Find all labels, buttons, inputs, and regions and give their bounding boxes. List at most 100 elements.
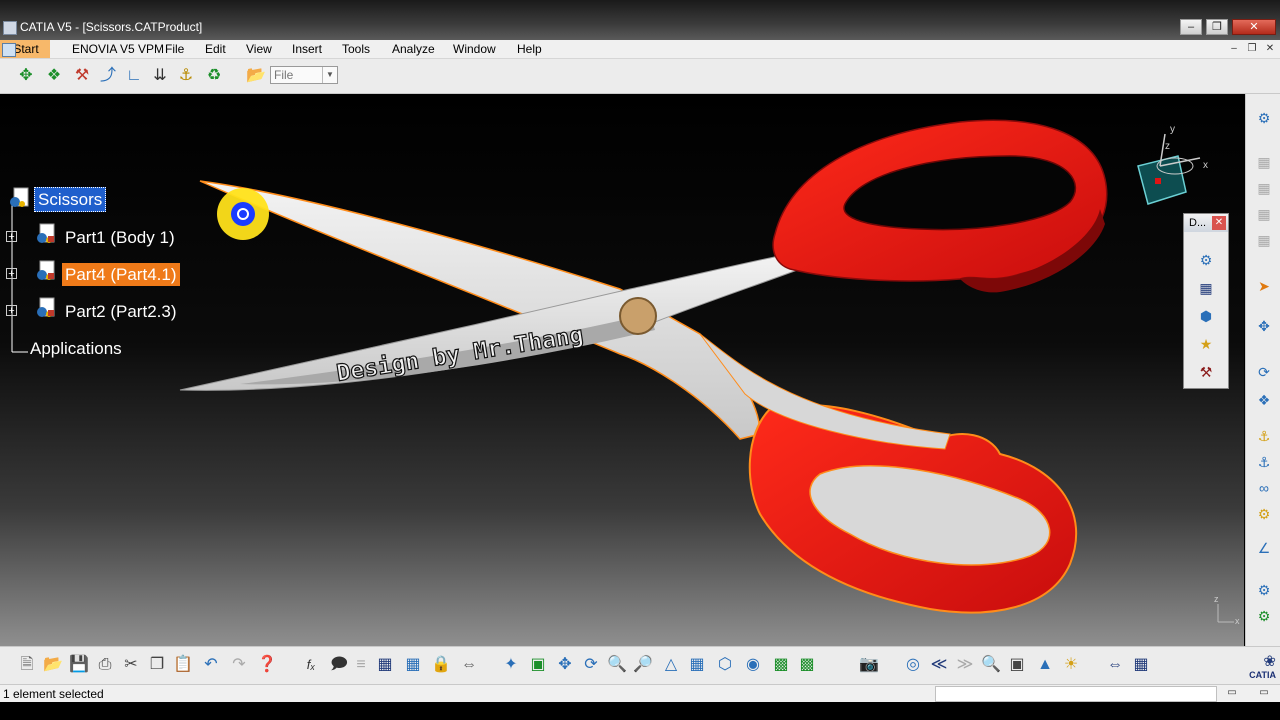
search-icon[interactable]: 🔍	[980, 654, 1002, 676]
doc-restore-button[interactable]: ❐	[1244, 42, 1260, 56]
ruler-icon[interactable]: ⇔	[1104, 654, 1126, 676]
light-icon[interactable]: ☀	[1060, 654, 1082, 676]
catalog-browser-icon[interactable]: ▦	[402, 654, 424, 676]
fly-mode-icon[interactable]: ✦	[500, 654, 522, 676]
fix-component-icon[interactable]: ⚓	[175, 65, 197, 87]
doc-close-button[interactable]: ✕	[1262, 42, 1278, 56]
menu-edit[interactable]: Edit	[205, 42, 226, 56]
tree-item-part2[interactable]: Part2 (Part2.3)	[62, 302, 180, 322]
3d-viewport[interactable]: Design by Mr.Thang y x z z x Scissors + …	[0, 94, 1244, 646]
rotate-icon[interactable]: ⟳	[1254, 362, 1274, 382]
rotate-view-icon[interactable]: ⟳	[580, 654, 602, 676]
disabled-tool-icon[interactable]: ▦	[1254, 230, 1274, 250]
status-toggle-icon[interactable]: ▭	[1224, 686, 1240, 700]
pivot-screw[interactable]	[619, 297, 657, 335]
exit-icon[interactable]: ▦	[1130, 654, 1152, 676]
catalog-icon[interactable]: ⚙	[1196, 250, 1216, 270]
new-part-icon[interactable]: ⬢	[1196, 306, 1216, 326]
close-icon[interactable]: ✕	[1212, 216, 1226, 230]
menu-view[interactable]: View	[246, 42, 272, 56]
open-folder-icon[interactable]: 📂	[245, 65, 267, 87]
offset-constraint-icon[interactable]: ⇊	[149, 65, 171, 87]
expand-icon[interactable]: +	[6, 268, 17, 280]
iso-view-icon[interactable]: ⬡	[714, 654, 736, 676]
manipulation-icon[interactable]: ✥	[1254, 316, 1274, 336]
tree-item-part4[interactable]: Part4 (Part4.1)	[62, 263, 180, 286]
render-icon[interactable]: ▲	[1034, 654, 1056, 676]
normal-view-icon[interactable]: △	[660, 654, 682, 676]
chevron-down-icon[interactable]: ▼	[322, 67, 337, 83]
shading-icon[interactable]: ◉	[742, 654, 764, 676]
zoom-out-icon[interactable]: 🔎	[632, 654, 654, 676]
menu-insert[interactable]: Insert	[292, 42, 322, 56]
snap-tool-icon[interactable]: ❖	[1254, 390, 1274, 410]
status-toggle-icon[interactable]: ▭	[1256, 686, 1272, 700]
file-combo[interactable]: File ▼	[270, 66, 338, 84]
zoom-area-icon[interactable]: ▣	[1006, 654, 1028, 676]
angle-icon[interactable]: ∠	[1254, 538, 1274, 558]
comment-icon[interactable]: 🗩	[328, 654, 350, 676]
undo-icon[interactable]: ↶	[200, 654, 222, 676]
update-icon[interactable]: ♻	[203, 65, 225, 87]
document-icon[interactable]	[2, 43, 16, 57]
offset-icon[interactable]: ⚙	[1254, 504, 1274, 524]
help-icon[interactable]: ❓	[256, 654, 278, 676]
move-icon[interactable]: ✥	[15, 65, 37, 87]
redo-icon[interactable]: ↷	[228, 654, 250, 676]
menu-file[interactable]: File	[165, 42, 184, 56]
print-icon[interactable]: ⎙	[94, 654, 116, 676]
cut-icon[interactable]: ✂	[120, 654, 142, 676]
save-icon[interactable]: 💾	[68, 654, 90, 676]
disabled-tool-icon[interactable]: ▦	[1254, 178, 1274, 198]
part-icon[interactable]	[34, 296, 58, 320]
close-button[interactable]: ✕	[1232, 19, 1276, 35]
copy-icon[interactable]: ❐	[146, 654, 168, 676]
tree-item-applications[interactable]: Applications	[27, 339, 125, 359]
scissors-model[interactable]: Design by Mr.Thang y x z z x	[0, 94, 1244, 646]
pan-icon[interactable]: ✥	[554, 654, 576, 676]
anchor-icon[interactable]: ⚓	[1254, 452, 1274, 472]
open-icon[interactable]: 📂	[42, 654, 64, 676]
expand-icon[interactable]: +	[6, 231, 17, 243]
compass-widget[interactable]: y x z	[1137, 124, 1208, 205]
part-icon[interactable]	[34, 222, 58, 246]
zoom-in-icon[interactable]: 🔍	[606, 654, 628, 676]
lock-icon[interactable]: 🔒	[430, 654, 452, 676]
minimize-button[interactable]: –	[1180, 19, 1202, 35]
measure-icon[interactable]: ⇔	[458, 654, 480, 676]
clash-icon[interactable]: ⚙	[1254, 606, 1274, 626]
constraint-tool-icon[interactable]: ⚓	[1254, 426, 1274, 446]
tree-root-scissors[interactable]: Scissors	[34, 187, 107, 212]
floating-toolbar[interactable]: D... ✕ ⚙ ▦ ⬢ ★ ⚒	[1183, 213, 1229, 389]
swap-space-icon[interactable]: ▩	[796, 654, 818, 676]
multi-view-icon[interactable]: ▦	[686, 654, 708, 676]
space-analysis-icon[interactable]: ⚙	[1254, 580, 1274, 600]
floating-toolbar-header[interactable]: D... ✕	[1184, 214, 1228, 232]
menu-tools[interactable]: Tools	[342, 42, 370, 56]
previous-icon[interactable]: ≪	[928, 654, 950, 676]
select-arrow-icon[interactable]: ➤	[1254, 276, 1274, 296]
tools-icon[interactable]: ⚒	[1196, 362, 1216, 382]
multi-instantiation-icon[interactable]: ▦	[1196, 278, 1216, 298]
expand-icon[interactable]: +	[6, 305, 17, 317]
command-input[interactable]	[935, 686, 1217, 702]
fit-all-icon[interactable]: ▣	[527, 654, 549, 676]
target-icon[interactable]: ◎	[902, 654, 924, 676]
part-icon[interactable]	[34, 259, 58, 283]
tree-item-part1[interactable]: Part1 (Body 1)	[62, 228, 178, 248]
constraint-icon[interactable]: ∟	[123, 65, 145, 87]
capture-icon[interactable]: 📷	[858, 654, 880, 676]
hide-show-icon[interactable]: ▩	[770, 654, 792, 676]
menu-help[interactable]: Help	[517, 42, 542, 56]
disabled-tool-icon[interactable]: ▦	[1254, 204, 1274, 224]
stop-manipulate-icon[interactable]: ⤴	[97, 65, 119, 87]
product-icon[interactable]	[8, 186, 32, 210]
menu-window[interactable]: Window	[453, 42, 496, 56]
explode-icon[interactable]: ⚒	[71, 65, 93, 87]
paste-icon[interactable]: 📋	[172, 654, 194, 676]
catia-app-icon[interactable]	[3, 21, 17, 35]
menu-enovia[interactable]: ENOVIA V5 VPM	[72, 42, 164, 56]
maximize-button[interactable]: ❐	[1206, 19, 1228, 35]
workbench-icon[interactable]: ⚙	[1254, 108, 1274, 128]
disabled-tool-icon[interactable]: ▦	[1254, 152, 1274, 172]
